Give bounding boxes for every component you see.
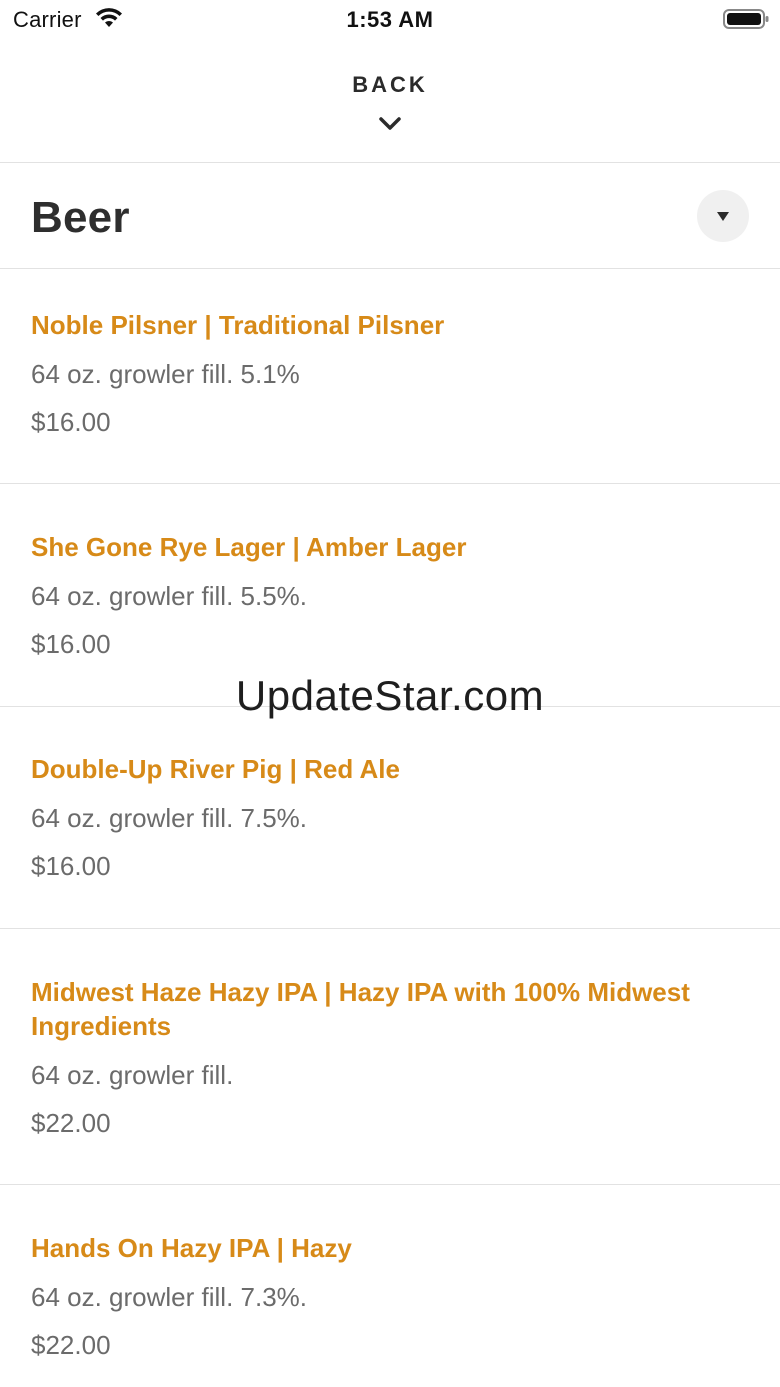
- menu-item[interactable]: Midwest Haze Hazy IPA | Hazy IPA with 10…: [0, 929, 780, 1185]
- item-description: 64 oz. growler fill. 7.3%.: [31, 1282, 308, 1312]
- back-header: BACK: [0, 42, 780, 163]
- menu-item[interactable]: Hands On Hazy IPA | Hazy 64 oz. growler …: [0, 1185, 780, 1387]
- menu-item[interactable]: Noble Pilsner | Traditional Pilsner 64 o…: [0, 270, 780, 484]
- section-toggle-button[interactable]: [697, 190, 749, 242]
- section-title: Beer: [31, 193, 130, 242]
- chevron-down-icon: [379, 117, 401, 130]
- item-name: Midwest Haze Hazy IPA | Hazy IPA with 10…: [31, 977, 690, 1041]
- section-header: Beer: [0, 164, 780, 269]
- status-time: 1:53 AM: [346, 7, 434, 32]
- item-price: $16.00: [31, 407, 111, 437]
- item-description: 64 oz. growler fill. 5.1%: [31, 359, 300, 389]
- screen: Carrier 1:53 AM BACK Beer Noble Pilsner …: [0, 0, 780, 1387]
- item-description: 64 oz. growler fill.: [31, 1060, 234, 1090]
- item-price: $16.00: [31, 851, 111, 881]
- item-name: Noble Pilsner | Traditional Pilsner: [31, 310, 445, 340]
- back-label: BACK: [352, 72, 428, 97]
- caret-down-icon: [717, 212, 729, 221]
- item-name: Hands On Hazy IPA | Hazy: [31, 1233, 352, 1263]
- item-name: Double-Up River Pig | Red Ale: [31, 754, 400, 784]
- back-button[interactable]: BACK: [290, 72, 490, 142]
- battery-icon: [723, 9, 769, 29]
- status-bar: Carrier 1:53 AM: [0, 0, 780, 42]
- item-price: $22.00: [31, 1330, 111, 1360]
- item-description: 64 oz. growler fill. 7.5%.: [31, 803, 308, 833]
- menu-item[interactable]: Double-Up River Pig | Red Ale 64 oz. gro…: [0, 707, 780, 929]
- item-name: She Gone Rye Lager | Amber Lager: [31, 532, 467, 562]
- item-description: 64 oz. growler fill. 5.5%.: [31, 581, 308, 611]
- item-price: $16.00: [31, 629, 111, 659]
- item-price: $22.00: [31, 1108, 111, 1138]
- watermark-text: UpdateStar.com: [235, 672, 545, 719]
